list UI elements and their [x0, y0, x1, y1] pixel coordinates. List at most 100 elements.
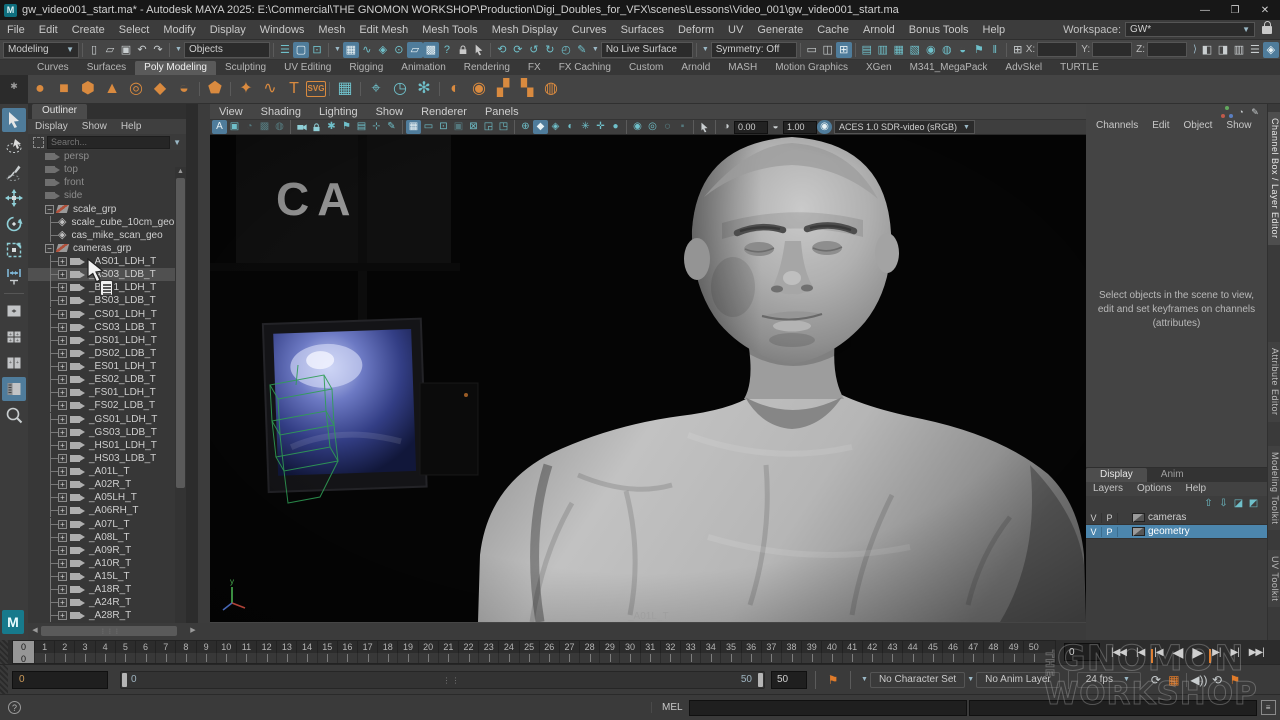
- layer-visibility-toggle[interactable]: V: [1086, 513, 1102, 523]
- sweep-mesh-icon[interactable]: ✦: [234, 77, 258, 101]
- lock-camera-icon[interactable]: [309, 120, 324, 134]
- timeline-frame-21[interactable]: 21: [438, 641, 458, 663]
- timeline-frame-50[interactable]: 50: [1023, 641, 1043, 663]
- film-gate-icon[interactable]: ▭: [421, 120, 436, 134]
- chevron-down-icon[interactable]: ▼: [173, 46, 184, 53]
- layer-editor-tab[interactable]: Anim: [1147, 468, 1198, 482]
- outliner-item[interactable]: cameras_grp: [28, 242, 186, 255]
- resolution-gate-icon[interactable]: ⊡: [436, 120, 451, 134]
- outliner-item[interactable]: _A05LH_T: [28, 491, 186, 504]
- expander-icon[interactable]: [58, 336, 67, 345]
- animation-end-field[interactable]: [771, 671, 807, 689]
- outliner-item[interactable]: _DS02_LDB_T: [28, 347, 186, 360]
- expander-icon[interactable]: [58, 506, 67, 515]
- shadows-toggle-icon[interactable]: ▩: [257, 120, 272, 134]
- expander-icon[interactable]: [45, 244, 54, 253]
- layer-row[interactable]: V P cameras: [1086, 511, 1267, 525]
- bake-pivot-icon[interactable]: ◷: [388, 77, 412, 101]
- poly-cone-icon[interactable]: ▲: [100, 77, 124, 101]
- timeline-frame-4[interactable]: 4: [95, 641, 115, 663]
- menu-item[interactable]: Curves: [565, 24, 614, 36]
- expander-icon[interactable]: [58, 533, 67, 542]
- magnifier-icon[interactable]: [2, 403, 26, 427]
- snap-mesh-icon[interactable]: ▩: [423, 42, 439, 58]
- gamma-icon[interactable]: ◒: [768, 120, 783, 134]
- move-icon[interactable]: [2, 186, 26, 210]
- outliner-item[interactable]: _AS03_LDB_T: [28, 268, 186, 281]
- layout-single-icon[interactable]: [2, 299, 26, 323]
- menu-item[interactable]: Bonus Tools: [902, 24, 976, 36]
- save-scene-icon[interactable]: ▣: [118, 42, 134, 58]
- outliner-item[interactable]: _AS01_LDH_T: [28, 255, 186, 268]
- menu-item[interactable]: Generate: [750, 24, 810, 36]
- layer-editor-menu-item[interactable]: Layers: [1086, 482, 1130, 496]
- snap-to-origin-icon[interactable]: ✻: [412, 77, 436, 101]
- tool-settings-toggle-icon[interactable]: ◨: [1215, 42, 1231, 58]
- outliner-item[interactable]: _BS03_LDB_T: [28, 294, 186, 307]
- command-result-field[interactable]: [969, 700, 1257, 716]
- xray-joints-icon[interactable]: ◌: [660, 120, 675, 134]
- textured-mode-icon[interactable]: ◐: [563, 120, 578, 134]
- outliner-item[interactable]: side: [28, 189, 186, 202]
- expander-icon[interactable]: [58, 441, 67, 450]
- render-current-frame-icon[interactable]: ▥: [875, 42, 891, 58]
- timeline-frame-25[interactable]: 25: [519, 641, 539, 663]
- timeline-frame-47[interactable]: 47: [963, 641, 983, 663]
- create-bookmark-icon[interactable]: ⚑: [824, 672, 842, 688]
- timeline-frame-27[interactable]: 27: [559, 641, 579, 663]
- timeline-frame-41[interactable]: 41: [842, 641, 862, 663]
- anim-layer-dropdown[interactable]: No Anim Layer: [976, 672, 1060, 688]
- timeline-frame-34[interactable]: 34: [700, 641, 720, 663]
- outliner-item[interactable]: front: [28, 176, 186, 189]
- menu-item[interactable]: Mesh: [311, 24, 352, 36]
- viewport-menu-item[interactable]: Shading: [252, 106, 310, 118]
- highlight-selection-icon[interactable]: [471, 42, 487, 58]
- outliner-item[interactable]: _DS01_LDH_T: [28, 334, 186, 347]
- menu-item[interactable]: Cache: [810, 24, 856, 36]
- character-set-dropdown[interactable]: No Character Set: [870, 672, 965, 688]
- menu-item[interactable]: Deform: [671, 24, 721, 36]
- layer-playback-toggle[interactable]: P: [1102, 527, 1118, 537]
- animation-start-field[interactable]: [12, 671, 108, 689]
- outliner-menu-item[interactable]: Help: [114, 121, 149, 132]
- shelf-tab[interactable]: Rigging: [340, 61, 392, 75]
- expander-icon[interactable]: [58, 428, 67, 437]
- menu-item[interactable]: Modify: [156, 24, 202, 36]
- timeline-frame-43[interactable]: 43: [882, 641, 902, 663]
- expander-icon[interactable]: [45, 205, 54, 214]
- channel-box-menu-item[interactable]: Edit: [1146, 120, 1177, 131]
- viewport-menu-item[interactable]: Show: [367, 106, 413, 118]
- x-coordinate-field[interactable]: [1037, 42, 1077, 57]
- texturing-icon[interactable]: ▣: [227, 120, 242, 134]
- scroll-up-icon[interactable]: ▲: [175, 167, 186, 177]
- viewport-menu-item[interactable]: Panels: [476, 106, 528, 118]
- timeline-frame-17[interactable]: 17: [357, 641, 377, 663]
- channel-box-menu-item[interactable]: Object: [1178, 120, 1221, 131]
- outliner-item[interactable]: _ES02_LDB_T: [28, 373, 186, 386]
- shelf-tab[interactable]: Sculpting: [216, 61, 275, 75]
- outliner-item[interactable]: _A28R_T: [28, 609, 186, 622]
- scroll-right-icon[interactable]: ▶: [188, 625, 198, 637]
- expander-icon[interactable]: [58, 375, 67, 384]
- pause-viewport-icon[interactable]: ‖: [987, 42, 1003, 58]
- object-mode-cursor-icon[interactable]: [697, 120, 712, 134]
- shelf-tab[interactable]: Arnold: [672, 61, 719, 75]
- modeling-toolkit-toggle-icon[interactable]: ◈: [1263, 42, 1279, 58]
- timeline-frame-3[interactable]: 3: [74, 641, 94, 663]
- exposure-field[interactable]: [734, 121, 768, 134]
- layer-editor-menu-item[interactable]: Options: [1130, 482, 1178, 496]
- object-details-icon[interactable]: ✎: [574, 42, 590, 58]
- select-component-icon[interactable]: ⊡: [309, 42, 325, 58]
- timeline-frame-35[interactable]: 35: [720, 641, 740, 663]
- menu-item[interactable]: Windows: [253, 24, 312, 36]
- light-editor-icon[interactable]: ◒: [955, 42, 971, 58]
- outliner-item[interactable]: _A10R_T: [28, 557, 186, 570]
- new-empty-layer-icon[interactable]: ◪: [1231, 497, 1246, 510]
- snap-projected-center-icon[interactable]: ⊙: [391, 42, 407, 58]
- wireframe-icon[interactable]: ⊕: [518, 120, 533, 134]
- mel-command-input[interactable]: [689, 700, 967, 716]
- menu-set-dropdown[interactable]: Modeling▼: [3, 42, 79, 58]
- chevron-down-icon[interactable]: ▼: [332, 46, 343, 53]
- shelf-tab[interactable]: AdvSkel: [996, 61, 1051, 75]
- timeline-frame-46[interactable]: 46: [942, 641, 962, 663]
